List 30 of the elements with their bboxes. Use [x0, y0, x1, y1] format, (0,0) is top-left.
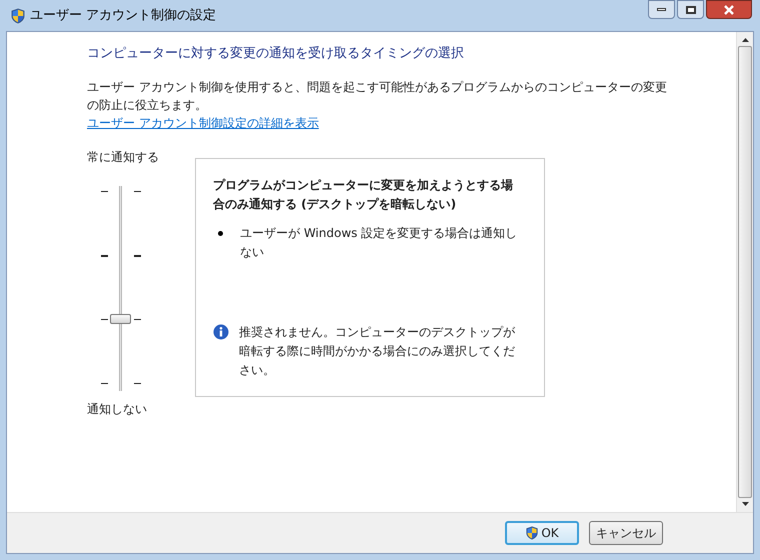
- tick-mark: [134, 190, 141, 192]
- ok-button[interactable]: OK: [505, 521, 579, 545]
- tick-mark: [134, 318, 141, 320]
- slider-bottom-label: 通知しない: [87, 400, 148, 418]
- scrollbar[interactable]: [736, 32, 753, 512]
- shield-icon: [10, 8, 26, 24]
- tick-mark: [134, 254, 141, 256]
- slider-top-label: 常に通知する: [87, 148, 160, 166]
- note-text: 推奨されません。コンピューターのデスクトップが暗転する際に時間がかかる場合にのみ選択してください。: [239, 324, 516, 378]
- tick-mark: [134, 382, 141, 384]
- tick-mark: [101, 190, 108, 192]
- heading: コンピューターに対する変更の通知を受け取るタイミングの選択: [87, 45, 465, 63]
- scroll-up-icon[interactable]: [742, 38, 748, 42]
- tick-mark: [101, 382, 108, 384]
- tick-mark: [101, 318, 108, 320]
- help-link[interactable]: ユーザー アカウント制御設定の詳細を表示: [87, 116, 319, 130]
- maximize-button[interactable]: [677, 0, 704, 19]
- close-icon: [723, 4, 735, 14]
- info-icon: [213, 324, 229, 340]
- cancel-button[interactable]: キャンセル: [589, 521, 663, 545]
- scroll-down-icon[interactable]: [742, 502, 748, 506]
- bullet-icon: [218, 230, 223, 236]
- setting-title: プログラムがコンピューターに変更を加えようとする場合のみ通知する (デスクトップを暗転しない): [213, 176, 514, 212]
- window-title: ユーザー アカウント制御の設定: [30, 6, 216, 25]
- close-button[interactable]: [706, 0, 752, 19]
- description-text: ユーザー アカウント制御を使用すると、問題を起こす可能性があるプログラムからのコンピューターの変更の防止に役立ちます。: [87, 78, 668, 114]
- minimize-button[interactable]: [648, 0, 675, 19]
- bullet-text: ユーザーが Windows 設定を変更する場合は通知しない: [240, 224, 518, 260]
- tick-mark: [101, 254, 108, 256]
- slider-thumb[interactable]: [110, 314, 131, 324]
